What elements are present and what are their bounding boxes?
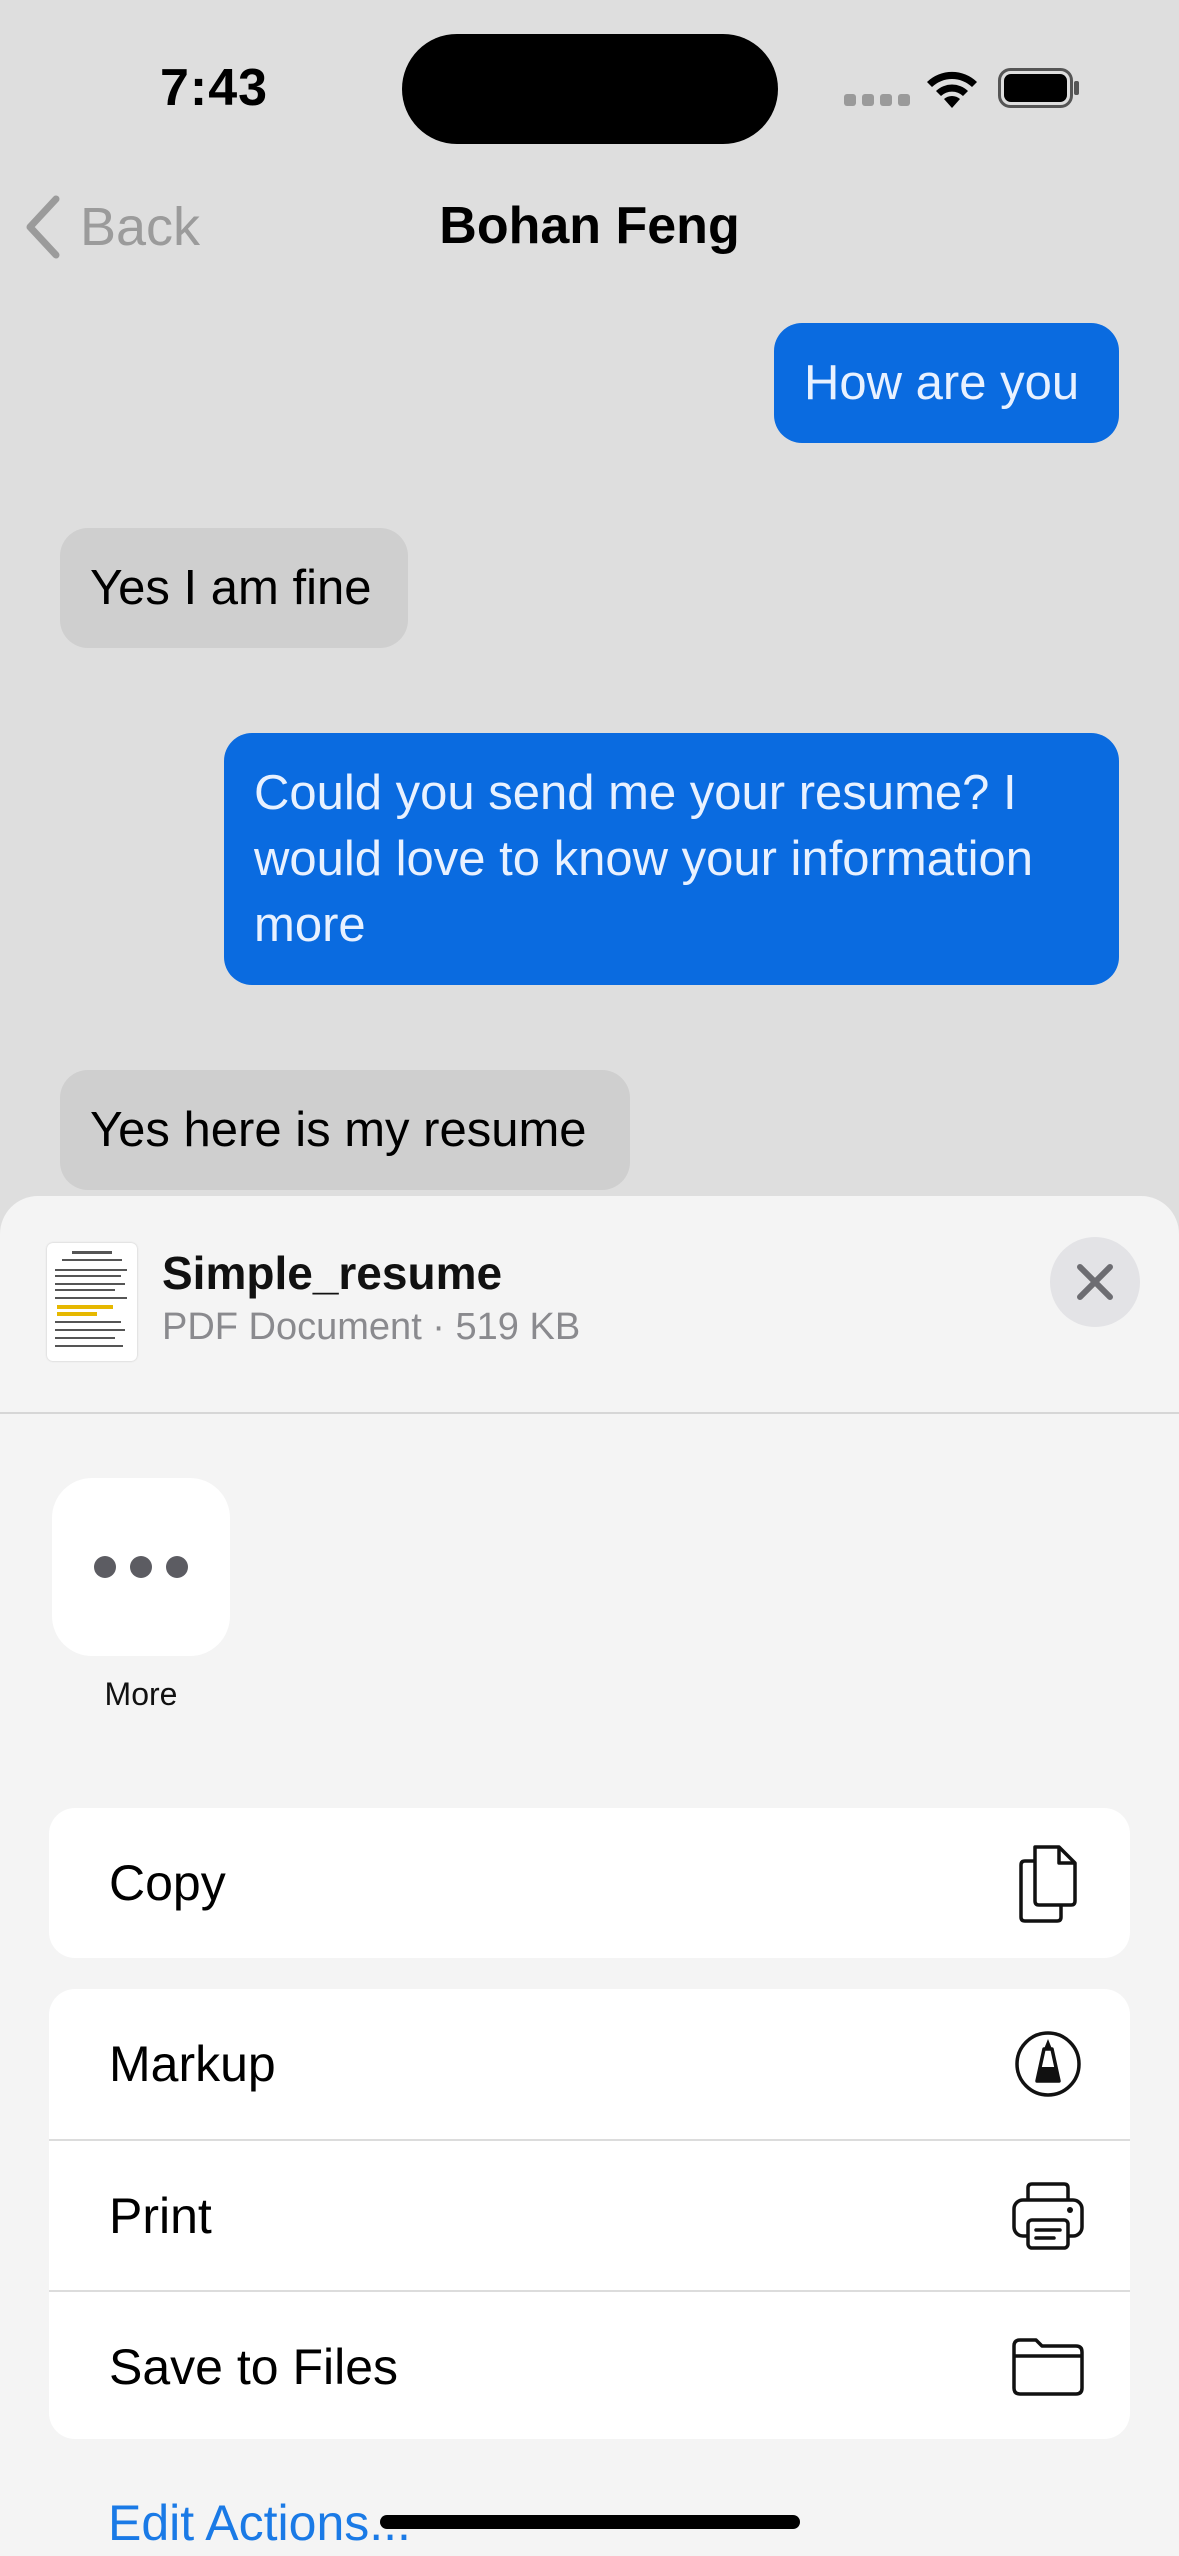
message-bubble-outgoing[interactable]: How are you — [774, 323, 1119, 443]
file-name: Simple_resume — [162, 1247, 503, 1299]
file-meta: PDF Document · 519 KB — [162, 1306, 581, 1348]
message-bubble-incoming[interactable]: Yes I am fine — [60, 528, 408, 648]
more-apps-label: More — [104, 1676, 178, 1712]
action-label: Save to Files — [109, 2338, 399, 2395]
battery-icon — [998, 68, 1079, 108]
more-apps-button[interactable] — [52, 1478, 230, 1656]
printer-icon — [1008, 2176, 1088, 2256]
folder-icon — [1008, 2327, 1088, 2407]
conversation-title: Bohan Feng — [439, 197, 740, 255]
markup-icon — [1008, 2024, 1088, 2104]
action-print[interactable]: Print — [49, 2139, 1130, 2290]
header-divider — [0, 1412, 1179, 1414]
message-text: How are you — [804, 356, 1080, 410]
action-group: Markup Print Save to Files — [49, 1989, 1130, 2439]
message-bubble-outgoing[interactable]: Could you send me your resume? I would l… — [224, 733, 1119, 985]
dynamic-island — [402, 34, 778, 144]
close-icon — [1077, 1264, 1113, 1300]
share-sheet: Simple_resume PDF Document · 519 KB More… — [0, 1196, 1179, 2556]
action-copy[interactable]: Copy — [49, 1808, 1130, 1958]
message-text: Yes here is my resume — [90, 1103, 587, 1157]
action-label: Print — [109, 2187, 212, 2244]
status-time: 7:43 — [160, 59, 269, 117]
message-bubble-incoming[interactable]: Yes here is my resume — [60, 1070, 630, 1190]
action-label: Copy — [109, 1855, 226, 1911]
edit-actions-link[interactable]: Edit Actions... — [108, 2494, 411, 2552]
action-group: Copy — [49, 1808, 1130, 1958]
message-text: Could you send me your resume? I would l… — [254, 766, 1033, 952]
action-markup[interactable]: Markup — [49, 1989, 1130, 2139]
close-button[interactable] — [1050, 1237, 1140, 1327]
document-thumbnail — [47, 1243, 137, 1361]
home-indicator[interactable] — [380, 2515, 800, 2529]
ellipsis-icon — [94, 1556, 116, 1578]
copy-icon — [1008, 1843, 1088, 1923]
wifi-icon — [927, 71, 977, 108]
action-save-to-files[interactable]: Save to Files — [49, 2290, 1130, 2439]
message-text: Yes I am fine — [90, 561, 372, 615]
signal-icon — [844, 94, 910, 106]
action-label: Markup — [109, 2036, 276, 2092]
